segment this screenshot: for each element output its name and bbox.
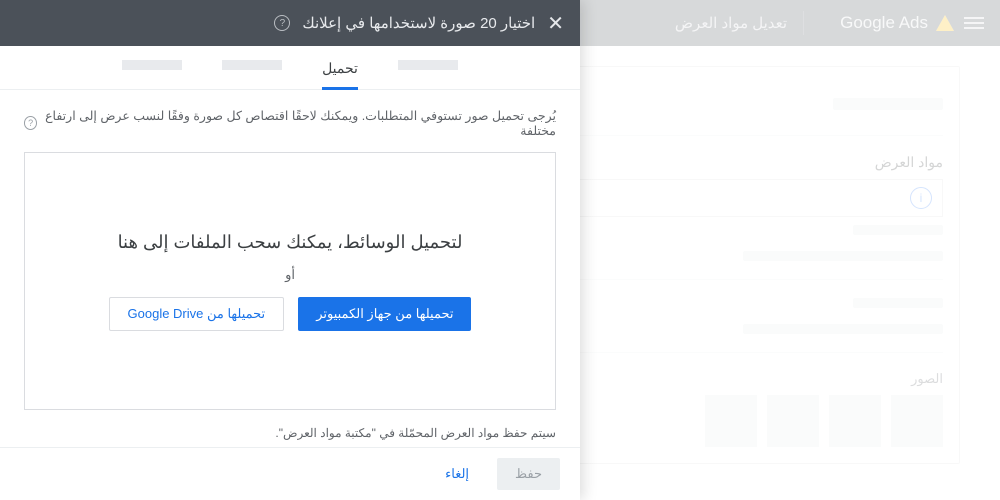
tab-upload[interactable]: تحميل	[322, 60, 358, 89]
upload-computer-button[interactable]: تحميلها من جهاز الكمبيوتر	[298, 297, 471, 331]
upload-hint: يُرجى تحميل صور تستوفي المتطلبات. ويمكنك…	[24, 108, 556, 138]
modal-title: اختيار 20 صورة لاستخدامها في إعلانك	[302, 14, 535, 32]
dropzone-or: أو	[285, 267, 295, 283]
modal-body: يُرجى تحميل صور تستوفي المتطلبات. ويمكنك…	[0, 90, 580, 447]
dropzone-text: لتحميل الوسائط، يمكنك سحب الملفات إلى هن…	[118, 232, 463, 253]
tab-placeholder[interactable]	[122, 60, 182, 70]
hint-text: يُرجى تحميل صور تستوفي المتطلبات. ويمكنك…	[43, 108, 556, 138]
image-picker-modal: ✕ اختيار 20 صورة لاستخدامها في إعلانك ? …	[0, 0, 580, 500]
close-icon[interactable]: ✕	[547, 11, 564, 36]
modal-footer: حفظ إلغاء	[0, 447, 580, 500]
upload-dropzone[interactable]: لتحميل الوسائط، يمكنك سحب الملفات إلى هن…	[24, 152, 556, 410]
tab-placeholder[interactable]	[222, 60, 282, 70]
modal-header: ✕ اختيار 20 صورة لاستخدامها في إعلانك ?	[0, 0, 580, 46]
help-icon[interactable]: ?	[274, 15, 290, 31]
upload-drive-button[interactable]: تحميلها من Google Drive	[109, 297, 285, 331]
tab-placeholder[interactable]	[398, 60, 458, 70]
save-note: سيتم حفظ مواد العرض المحمّلة في "مكتبة م…	[24, 426, 556, 440]
cancel-button[interactable]: إلغاء	[427, 458, 487, 490]
help-icon[interactable]: ?	[24, 116, 37, 130]
modal-tabs: تحميل	[0, 46, 580, 90]
save-button[interactable]: حفظ	[497, 458, 560, 490]
